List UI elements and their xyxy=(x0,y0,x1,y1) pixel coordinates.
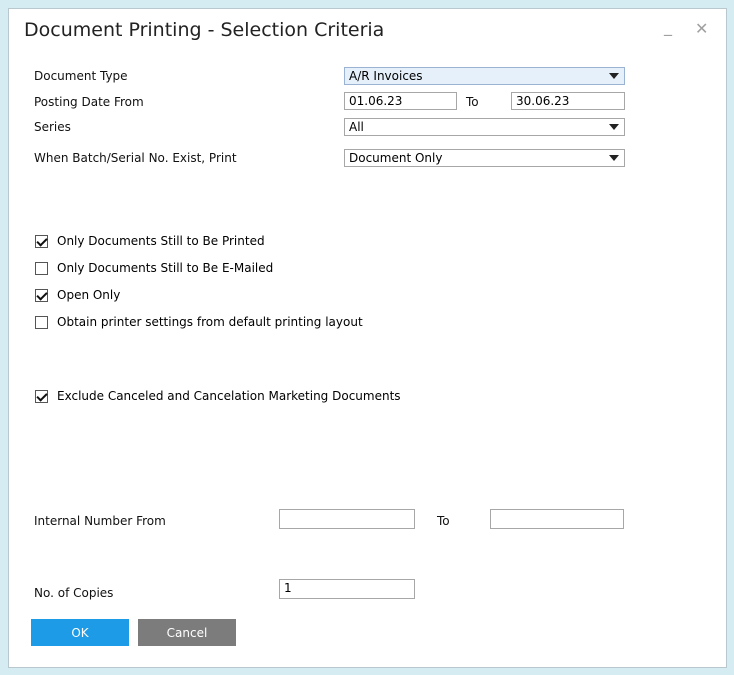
obtain-printer-settings-checkbox[interactable] xyxy=(35,315,48,329)
document-type-value: A/R Invoices xyxy=(349,69,423,83)
posting-date-to-input[interactable]: 30.06.23 xyxy=(511,92,625,110)
series-label: Series xyxy=(34,120,71,134)
batch-serial-select[interactable]: Document Only xyxy=(344,149,625,167)
open-only-checkbox[interactable] xyxy=(35,288,48,302)
only-to-be-emailed-option[interactable]: Only Documents Still to Be E-Mailed xyxy=(35,260,273,276)
internal-number-from-label: Internal Number From xyxy=(34,514,166,528)
series-select[interactable]: All xyxy=(344,118,625,136)
window-title: Document Printing - Selection Criteria xyxy=(24,19,385,41)
only-to-be-printed-checkbox[interactable] xyxy=(35,234,48,248)
chevron-down-icon xyxy=(609,73,619,79)
only-to-be-emailed-checkbox[interactable] xyxy=(35,261,48,275)
exclude-canceled-option[interactable]: Exclude Canceled and Cancelation Marketi… xyxy=(35,388,401,404)
checkbox-label: Only Documents Still to Be E-Mailed xyxy=(57,261,274,275)
chevron-down-icon xyxy=(609,124,619,130)
cancel-button[interactable]: Cancel xyxy=(138,619,236,646)
close-icon[interactable]: ✕ xyxy=(695,19,708,38)
open-only-option[interactable]: Open Only xyxy=(35,287,120,303)
checkbox-label: Obtain printer settings from default pri… xyxy=(57,315,363,329)
obtain-printer-settings-option[interactable]: Obtain printer settings from default pri… xyxy=(35,314,363,330)
internal-number-to-label: To xyxy=(437,514,450,528)
series-value: All xyxy=(349,120,364,134)
batch-serial-label: When Batch/Serial No. Exist, Print xyxy=(34,151,237,165)
checkbox-label: Open Only xyxy=(57,288,121,302)
copies-input[interactable]: 1 xyxy=(279,579,415,599)
posting-date-from-input[interactable]: 01.06.23 xyxy=(344,92,457,110)
document-type-select[interactable]: A/R Invoices xyxy=(344,67,625,85)
dialog-window: Document Printing - Selection Criteria _… xyxy=(8,8,727,668)
checkbox-label: Only Documents Still to Be Printed xyxy=(57,234,265,248)
minimize-icon[interactable]: _ xyxy=(664,17,672,36)
exclude-canceled-checkbox[interactable] xyxy=(35,389,48,403)
only-to-be-printed-option[interactable]: Only Documents Still to Be Printed xyxy=(35,233,265,249)
posting-date-to-label: To xyxy=(466,95,479,109)
copies-label: No. of Copies xyxy=(34,586,114,600)
batch-serial-value: Document Only xyxy=(349,151,443,165)
internal-number-to-input[interactable] xyxy=(490,509,624,529)
posting-date-from-label: Posting Date From xyxy=(34,95,144,109)
document-type-label: Document Type xyxy=(34,69,128,83)
chevron-down-icon xyxy=(609,155,619,161)
internal-number-from-input[interactable] xyxy=(279,509,415,529)
ok-button[interactable]: OK xyxy=(31,619,129,646)
checkbox-label: Exclude Canceled and Cancelation Marketi… xyxy=(57,389,401,403)
